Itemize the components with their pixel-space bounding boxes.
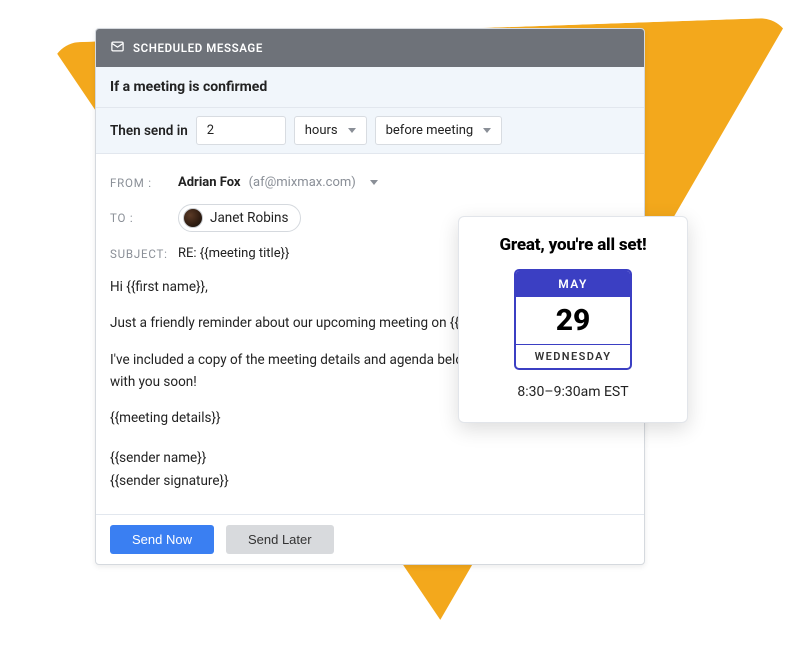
condition-text: If a meeting is confirmed <box>110 79 267 95</box>
card-header: SCHEDULED MESSAGE <box>96 29 644 67</box>
send-now-button[interactable]: Send Now <box>110 525 214 554</box>
chevron-down-icon <box>483 128 491 133</box>
from-name: Adrian Fox <box>178 175 241 190</box>
popup-time: 8:30–9:30am EST <box>477 384 669 400</box>
calendar-month: MAY <box>516 271 630 297</box>
calendar-weekday: WEDNESDAY <box>516 345 630 368</box>
avatar <box>183 208 203 228</box>
calendar-widget: MAY 29 WEDNESDAY <box>514 269 632 370</box>
msg-sig2: {{sender signature}} <box>110 470 630 492</box>
signature-block: {{sender name}} {{sender signature}} <box>110 447 630 492</box>
calendar-day: 29 <box>516 297 630 345</box>
send-unit-select[interactable]: hours <box>294 116 367 145</box>
subject-value: RE: {{meeting title}} <box>178 246 289 261</box>
recipient-chip[interactable]: Janet Robins <box>178 204 301 232</box>
popup-title: Great, you're all set! <box>477 235 669 255</box>
recipient-name: Janet Robins <box>210 210 288 226</box>
from-email: (af@mixmax.com) <box>249 175 356 190</box>
send-value-input[interactable]: 2 <box>196 116 286 145</box>
subject-label: SUBJECT: <box>110 247 170 261</box>
to-label: TO : <box>110 211 170 225</box>
card-header-title: SCHEDULED MESSAGE <box>133 41 263 55</box>
from-row: FROM : Adrian Fox (af@mixmax.com) <box>110 168 630 197</box>
from-label: FROM : <box>110 176 170 190</box>
card-footer: Send Now Send Later <box>96 514 644 564</box>
mail-icon <box>110 39 125 57</box>
condition-row: If a meeting is confirmed <box>96 67 644 108</box>
send-label: Then send in <box>110 123 188 139</box>
chevron-down-icon[interactable] <box>370 180 378 185</box>
send-relative-select[interactable]: before meeting <box>375 116 503 145</box>
confirmation-popup: Great, you're all set! MAY 29 WEDNESDAY … <box>458 216 688 423</box>
msg-sig1: {{sender name}} <box>110 447 630 469</box>
send-config-row: Then send in 2 hours before meeting <box>96 108 644 154</box>
chevron-down-icon <box>348 128 356 133</box>
send-later-button[interactable]: Send Later <box>226 525 334 554</box>
